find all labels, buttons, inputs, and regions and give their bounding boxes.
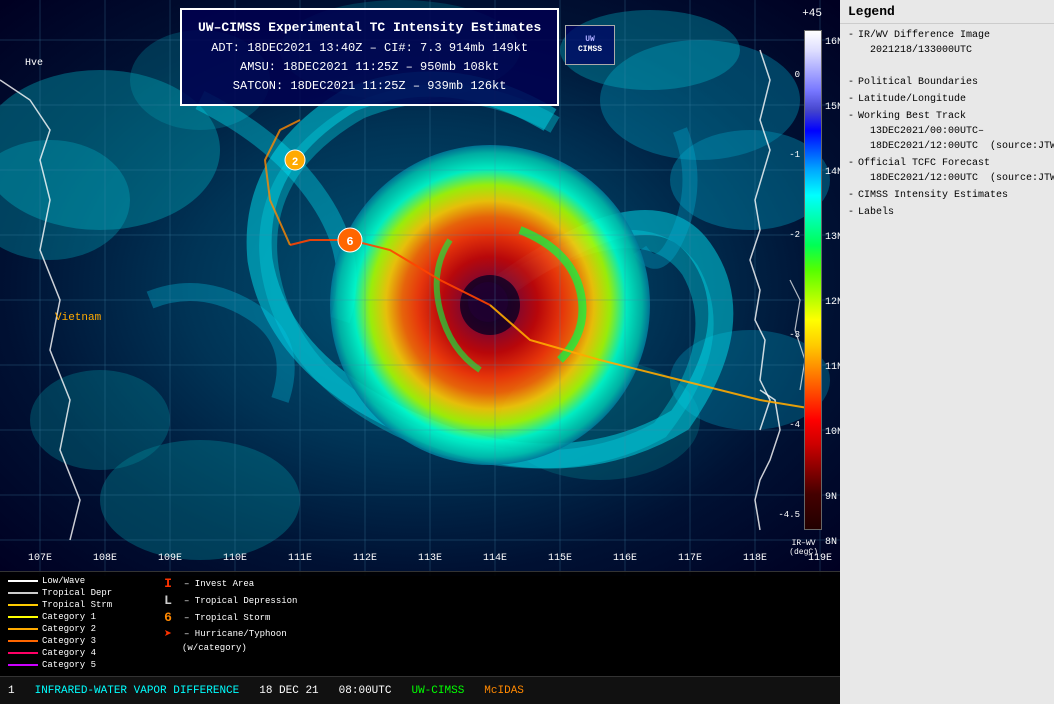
trop-dep-legend-label: – Tropical Depression bbox=[184, 596, 297, 606]
low-wave-label: Low/Wave bbox=[42, 576, 85, 586]
cat4-label: Category 4 bbox=[42, 648, 96, 658]
legend-symbol-types: I – Invest Area L – Tropical Depression … bbox=[138, 576, 388, 672]
invest-symbol: I bbox=[158, 576, 178, 591]
legend-row-low: Low/Wave bbox=[8, 576, 138, 586]
svg-text:13N: 13N bbox=[825, 232, 840, 243]
trop-dep-symbol: L bbox=[158, 593, 178, 608]
svg-text:6: 6 bbox=[346, 235, 353, 249]
legend-row-cat2: Category 2 bbox=[8, 624, 138, 634]
legend-best-track: - Working Best Track 13DEC2021/00:00UTC–… bbox=[848, 109, 1046, 154]
svg-text:14N: 14N bbox=[825, 167, 840, 178]
legend-row-cat1: Category 1 bbox=[8, 612, 138, 622]
svg-text:118E: 118E bbox=[743, 553, 767, 564]
map-area: 2 6 107E 108E 109E 110E 111E 112E 113E 1… bbox=[0, 0, 840, 704]
legend-official-forecast: - Official TCFC Forecast 18DEC2021/12:00… bbox=[848, 156, 1046, 186]
svg-text:Hve: Hve bbox=[25, 58, 43, 69]
hurricane-label: – Hurricane/Typhoon bbox=[184, 629, 287, 639]
svg-text:2: 2 bbox=[292, 157, 299, 169]
info-box: UW–CIMSS Experimental TC Intensity Estim… bbox=[180, 8, 559, 106]
scale-plus45-label: +45 bbox=[802, 8, 822, 20]
trop-strm-label: Tropical Strm bbox=[42, 600, 112, 610]
low-wave-line bbox=[8, 580, 38, 582]
status-item-2: INFRARED-WATER VAPOR DIFFERENCE bbox=[35, 685, 240, 697]
bottom-legend: Low/Wave Tropical Depr Tropical Strm Cat… bbox=[0, 571, 840, 676]
trop-strm-legend-label: – Tropical Storm bbox=[184, 613, 270, 623]
legend-hurricane: ➤ – Hurricane/Typhoon bbox=[158, 627, 388, 641]
cat5-label: Category 5 bbox=[42, 660, 96, 670]
legend-labels: - Labels bbox=[848, 205, 1046, 220]
status-item-1: 1 bbox=[8, 685, 15, 697]
legend-header: Legend bbox=[840, 0, 1054, 24]
info-title: UW–CIMSS Experimental TC Intensity Estim… bbox=[198, 18, 541, 39]
svg-text:112E: 112E bbox=[353, 553, 377, 564]
trop-depr-label: Tropical Depr bbox=[42, 588, 112, 598]
legend-invest: I – Invest Area bbox=[158, 576, 388, 591]
status-bar: 1 INFRARED-WATER VAPOR DIFFERENCE 18 DEC… bbox=[0, 676, 840, 704]
svg-text:117E: 117E bbox=[678, 553, 702, 564]
legend-row-cat5: Category 5 bbox=[8, 660, 138, 670]
svg-text:115E: 115E bbox=[548, 553, 572, 564]
legend-row-ts: Tropical Strm bbox=[8, 600, 138, 610]
right-panel: Legend - IR/WV Difference Image 2021218/… bbox=[840, 0, 1054, 704]
svg-text:9N: 9N bbox=[825, 492, 837, 503]
svg-text:10N: 10N bbox=[825, 427, 840, 438]
legend-ir-wv: - IR/WV Difference Image 2021218/133000U… bbox=[848, 28, 1046, 58]
cat2-line bbox=[8, 628, 38, 630]
invest-label: – Invest Area bbox=[184, 579, 254, 589]
hurricane-symbol: ➤ bbox=[158, 627, 178, 641]
svg-text:108E: 108E bbox=[93, 553, 117, 564]
legend-row-td: Tropical Depr bbox=[8, 588, 138, 598]
svg-text:15N: 15N bbox=[825, 102, 840, 113]
with-category-label: (w/category) bbox=[158, 643, 247, 653]
svg-text:116E: 116E bbox=[613, 553, 637, 564]
trop-strm-symbol: 6 bbox=[158, 610, 178, 625]
legend-row-cat4: Category 4 bbox=[8, 648, 138, 658]
status-item-6: McIDAS bbox=[484, 685, 524, 697]
legend-track-types: Low/Wave Tropical Depr Tropical Strm Cat… bbox=[8, 576, 138, 672]
legend-content: - IR/WV Difference Image 2021218/133000U… bbox=[840, 24, 1054, 704]
svg-text:107E: 107E bbox=[28, 553, 52, 564]
svg-text:114E: 114E bbox=[483, 553, 507, 564]
cat4-line bbox=[8, 652, 38, 654]
legend-trop-dep: L – Tropical Depression bbox=[158, 593, 388, 608]
svg-text:16N: 16N bbox=[825, 37, 840, 48]
cat1-line bbox=[8, 616, 38, 618]
legend-with-category: (w/category) bbox=[158, 643, 388, 653]
svg-text:110E: 110E bbox=[223, 553, 247, 564]
trop-strm-line bbox=[8, 604, 38, 606]
svg-text:111E: 111E bbox=[288, 553, 312, 564]
cimss-logo: UW CIMSS bbox=[565, 25, 615, 65]
adt-line: ADT: 18DEC2021 13:40Z – CI#: 7.3 914mb 1… bbox=[198, 39, 541, 58]
main-container: 2 6 107E 108E 109E 110E 111E 112E 113E 1… bbox=[0, 0, 1054, 704]
legend-cimss-intensity: - CIMSS Intensity Estimates bbox=[848, 188, 1046, 203]
cat3-line bbox=[8, 640, 38, 642]
legend-row-cat3: Category 3 bbox=[8, 636, 138, 646]
cat1-label: Category 1 bbox=[42, 612, 96, 622]
legend-latlon: - Latitude/Longitude bbox=[848, 92, 1046, 107]
cat2-label: Category 2 bbox=[42, 624, 96, 634]
status-item-4: 08:00UTC bbox=[339, 685, 392, 697]
status-item-3: 18 DEC 21 bbox=[259, 685, 318, 697]
svg-text:11N: 11N bbox=[825, 362, 840, 373]
status-item-5: UW-CIMSS bbox=[411, 685, 464, 697]
svg-text:8N: 8N bbox=[825, 537, 837, 548]
legend-political: - Political Boundaries bbox=[848, 75, 1046, 90]
color-scale-bar: 0 -1 -2 -3 -4 -4.5 IR–WV(degC) bbox=[804, 30, 822, 530]
svg-text:109E: 109E bbox=[158, 553, 182, 564]
amsu-line: AMSU: 18DEC2021 11:25Z – 950mb 108kt bbox=[198, 58, 541, 77]
legend-trop-strm: 6 – Tropical Storm bbox=[158, 610, 388, 625]
svg-text:Vietnam: Vietnam bbox=[55, 312, 102, 324]
cat3-label: Category 3 bbox=[42, 636, 96, 646]
trop-depr-line bbox=[8, 592, 38, 594]
svg-text:12N: 12N bbox=[825, 297, 840, 308]
svg-text:113E: 113E bbox=[418, 553, 442, 564]
cat5-line bbox=[8, 664, 38, 666]
satcon-line: SATCON: 18DEC2021 11:25Z – 939mb 126kt bbox=[198, 77, 541, 96]
